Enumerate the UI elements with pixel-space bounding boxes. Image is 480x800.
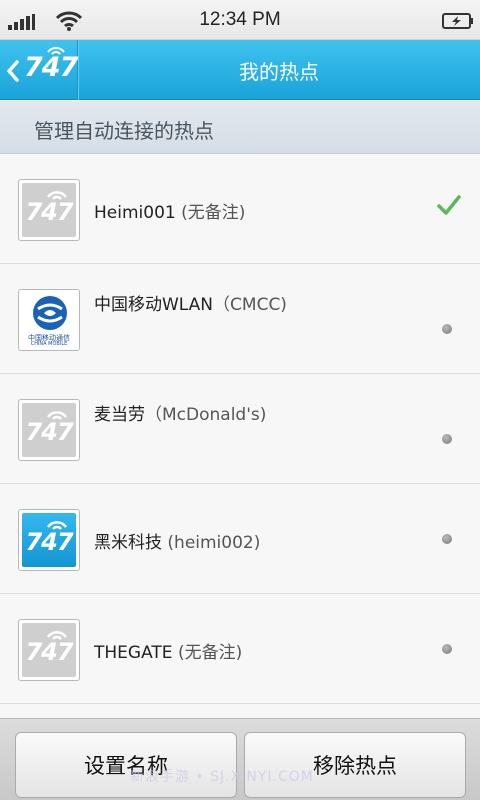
radio-dot-icon [442,434,452,444]
hotspot-name: THEGATE (无备注) [94,643,243,663]
hotspot-item[interactable]: 747 Heimi001 (无备注) [0,154,480,264]
battery-charging-icon [442,13,473,29]
747-logo-icon: 747 [18,179,80,241]
hotspot-item[interactable]: 中国移动通信 CHINA MOBILE 中国移动WLAN（CMCC) [0,264,480,374]
bottom-action-bar: 设置名称 移除热点 [0,718,480,800]
747-logo-icon: 747 [18,619,80,681]
chevron-left-icon [7,60,19,82]
hotspot-item[interactable]: 747 黑米科技 (heimi002) [0,484,480,594]
header-bar: 747 我的热点 [0,40,480,100]
app-logo: 747 [24,52,78,83]
hotspot-item[interactable]: 747 THEGATE (无备注) [0,594,480,704]
radio-dot-icon [442,534,452,544]
section-header: 管理自动连接的热点 [0,101,480,154]
747-logo-icon: 747 [18,509,80,571]
section-title: 管理自动连接的热点 [34,119,214,143]
747-logo-icon: 747 [18,399,80,461]
radio-dot-icon [442,644,452,654]
status-bar: 12:34 PM [0,0,480,40]
status-time: 12:34 PM [199,9,281,30]
hotspot-list: 747 Heimi001 (无备注) 中国移动通信 CHINA MOBILE 中… [0,154,480,704]
watermark: 新浪手游 • SJ.XINYI.COM [130,769,314,785]
radio-dot-icon [442,324,452,334]
set-name-button[interactable]: 设置名称 [15,732,237,798]
hotspot-item[interactable]: 747 麦当劳（McDonald's) [0,374,480,484]
hotspot-name: 中国移动WLAN（CMCC) [94,295,287,315]
hotspot-name: Heimi001 (无备注) [94,203,246,223]
back-button[interactable]: 747 [0,40,78,100]
page-title: 我的热点 [239,60,319,84]
hotspot-name: 麦当劳（McDonald's) [94,405,267,425]
china-mobile-logo-icon: 中国移动通信 CHINA MOBILE [18,289,80,351]
checkmark-icon [437,195,461,215]
remove-hotspot-button[interactable]: 移除热点 [244,732,466,798]
hotspot-name: 黑米科技 (heimi002) [94,533,261,553]
